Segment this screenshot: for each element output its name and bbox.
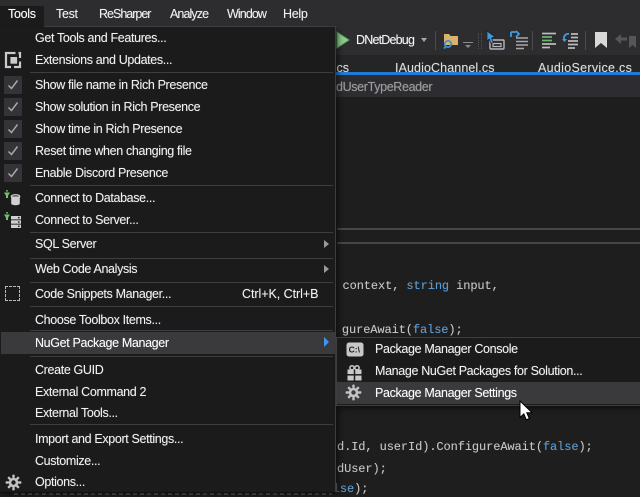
svg-text:C:\: C:\ — [348, 345, 360, 355]
